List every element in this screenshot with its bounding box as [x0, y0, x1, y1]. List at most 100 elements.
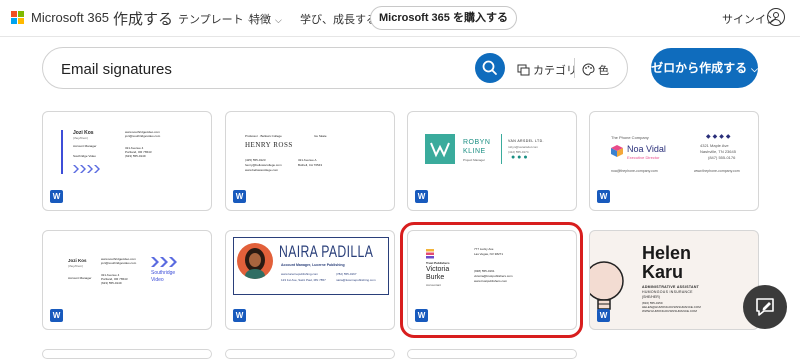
card-phone: (847) 555-0176 [708, 155, 736, 160]
w-logo-icon [430, 142, 450, 158]
card-name: Noa Vidal [627, 144, 666, 154]
selection-highlight [400, 222, 583, 338]
card-email: henry@bellowscollege.com [245, 163, 282, 167]
card-city: Bothell, CA 76543 [298, 163, 323, 167]
logo-square [425, 134, 455, 164]
color-filter-label: 色 [598, 65, 609, 77]
portrait-avatar [237, 243, 273, 279]
card-address: 4321 Maple Ave [700, 143, 729, 148]
card-title: Executive Director [627, 155, 660, 160]
template-card-robyn-kline[interactable]: ROBYN KLINE Project Manager VAN ARSDEL L… [407, 111, 577, 211]
card-tag: Ice Skate [314, 134, 327, 138]
card-email: jozi@southridgevideo.com [125, 134, 161, 138]
card-web: www.bellowscollege.com [245, 168, 279, 172]
template-card-jozi-kos[interactable]: Jozi Kos (they/them) Account Manager Sou… [42, 111, 212, 211]
palette-icon [582, 63, 595, 76]
microsoft-logo[interactable] [11, 11, 25, 25]
filter-divider [574, 58, 575, 78]
card-email: jozi@southridgevideo.com [101, 261, 137, 265]
card-name: HENRY ROSS [245, 141, 293, 149]
chevron-down-icon: ⌵ [275, 15, 282, 25]
chevron-down-icon: ⌵ [751, 64, 758, 74]
word-icon: W [233, 309, 246, 322]
template-card-partial[interactable] [42, 349, 212, 359]
card-web: WWW.HUMONGOUSINSURANCE.COM [642, 309, 697, 313]
card-name: Jozi Kos [68, 258, 87, 263]
card-name: NAIRA PADILLA [279, 242, 374, 261]
card-title: Project Manager [463, 158, 486, 162]
account-icon[interactable] [767, 8, 785, 26]
card-phone: (782) 555-0167 [336, 272, 357, 276]
card-title: ADMINISTRATIVE ASSISTANT [642, 285, 700, 289]
category-filter-label: カテゴリ [533, 65, 577, 77]
card-phone: (425) 555-0123 [245, 158, 266, 162]
card-name-first: ROBYN [463, 139, 491, 146]
word-icon: W [50, 309, 63, 322]
card-company-line2: Video [151, 277, 164, 283]
search-button[interactable] [475, 53, 505, 83]
word-icon: W [233, 190, 246, 203]
template-card-helen-karu[interactable]: Helen Karu ADMINISTRATIVE ASSISTANT HUMO… [589, 230, 759, 330]
search-input[interactable] [59, 58, 443, 80]
card-email: noa@thephone-company.com [611, 169, 658, 173]
card-web: www.lucernepublishing.com [281, 272, 319, 276]
color-filter[interactable]: 色 [582, 62, 609, 78]
nav-features[interactable]: 特徴 ⌵ [249, 11, 282, 27]
nav-templates-label: テンプレート [178, 14, 244, 26]
brand-name[interactable]: Microsoft 365 [31, 10, 109, 25]
buy-button[interactable]: Microsoft 365 を購入する [370, 6, 517, 30]
card-pronoun: (SHE/HER) [642, 295, 660, 299]
nav-templates[interactable]: テンプレート ⌵ [178, 11, 255, 27]
card-company: Southridge Video [73, 154, 96, 158]
category-icon [517, 64, 530, 76]
template-card-noa-vidal[interactable]: The Phone Company ◆◆◆◆ Noa Vidal Executi… [589, 111, 759, 211]
create-from-scratch-label: ゼロから作成する [651, 61, 748, 75]
template-card-partial[interactable] [407, 349, 577, 359]
template-card-jozi-kos-southridge[interactable]: Jozi Kos (they/them) Account Manager www… [42, 230, 212, 330]
category-filter[interactable]: カテゴリ [517, 62, 577, 78]
word-icon: W [597, 309, 610, 322]
word-icon: W [415, 190, 428, 203]
card-pronoun: (they/them) [68, 264, 84, 268]
card-phone: (623) 555-0149 [101, 281, 122, 285]
card-web: www.thephone-company.com [694, 169, 740, 173]
card-name-first: Helen [642, 243, 692, 263]
create-link[interactable]: 作成する [113, 8, 173, 29]
card-email: robyn@vanarsdel.com [508, 145, 539, 149]
chevron-arrows-graphic [151, 257, 177, 267]
card-role: Professor · Bellows College [245, 134, 282, 138]
card-phone: (623) 555-0149 [125, 154, 146, 158]
diamond-dots-icon: ◆◆◆◆ [706, 134, 733, 140]
card-company-line1: Southridge [151, 270, 176, 276]
card-name-last: KLINE [463, 148, 486, 155]
card-title: Account Manager [68, 276, 92, 280]
card-name-last: Karu [642, 262, 684, 282]
card-title: Account Manager [73, 144, 97, 148]
card-address: 321 Avenue A [298, 158, 317, 162]
template-card-naira-padilla[interactable]: NAIRA PADILLA Account Manager, Lucerne P… [225, 230, 395, 330]
card-address: 123 1st Ave, Saint Paul, MN 7857 [281, 278, 326, 282]
feedback-button[interactable] [743, 285, 787, 329]
card-city: Nashville, TN 23645 [700, 149, 736, 154]
chevron-arrows-graphic [73, 165, 100, 173]
card-company: The Phone Company [611, 135, 649, 140]
cube-logo-icon [611, 145, 623, 157]
card-title: Account Manager, Lucerne Publishing [281, 263, 345, 267]
feedback-icon [756, 298, 774, 316]
template-card-partial[interactable] [225, 349, 395, 359]
accent-bar [61, 130, 63, 174]
template-card-henry-ross[interactable]: Professor · Bellows College Ice Skate HE… [225, 111, 395, 211]
social-dots-icon: ● ● ● [511, 154, 528, 161]
top-nav: Microsoft 365 作成する テンプレート ⌵ 特徴 ⌵ 学び、成長する M… [0, 0, 800, 37]
nav-features-label: 特徴 [249, 14, 271, 26]
card-company: VAN ARSDEL LTD. [508, 139, 544, 143]
word-icon: W [50, 190, 63, 203]
card-pronoun: (they/them) [73, 136, 89, 140]
nav-learn[interactable]: 学び、成長する [300, 11, 377, 27]
search-icon [482, 60, 497, 75]
create-from-scratch-button[interactable]: ゼロから作成する ⌵ [651, 48, 758, 88]
card-email: naira@lucernepublishing.com [336, 278, 376, 282]
divider [501, 134, 502, 164]
word-icon: W [597, 190, 610, 203]
card-company: HUMONGOUS INSURANCE [642, 290, 693, 294]
